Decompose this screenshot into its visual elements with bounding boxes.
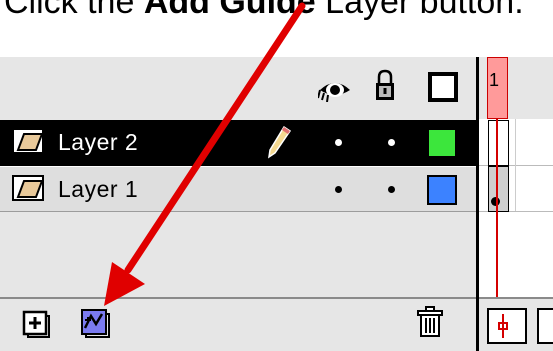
lock-dot[interactable]: [388, 139, 395, 146]
layer-page-icon: [12, 175, 44, 201]
layer-name: Layer 2: [58, 129, 139, 155]
pencil-icon: [268, 125, 292, 159]
timeline-grid-line: [515, 119, 516, 211]
layers-header: [0, 57, 476, 119]
add-layer-icon[interactable]: [22, 310, 50, 338]
trash-icon[interactable]: [416, 306, 444, 338]
lock-icon[interactable]: [375, 69, 395, 101]
layer-row-layer-2[interactable]: Layer 2: [0, 120, 476, 166]
center-frame-icon: [498, 314, 508, 338]
instruction-caption: Click the Add Guide Layer button.: [4, 0, 524, 22]
frame-cell[interactable]: [488, 120, 509, 166]
caption-bold: Add Guide: [143, 0, 316, 21]
frame-number: 1: [489, 70, 500, 90]
layers-bottom-bar: [0, 297, 476, 351]
caption-suffix: Layer button.: [315, 0, 524, 21]
layer-color-swatch[interactable]: [427, 175, 457, 205]
layer-row-layer-1[interactable]: Layer 1: [0, 166, 476, 212]
visibility-dot[interactable]: [335, 139, 342, 146]
layers-empty-area: [0, 213, 476, 297]
visibility-dot[interactable]: [335, 186, 342, 193]
layer-page-icon: [12, 128, 44, 154]
eye-icon[interactable]: [318, 78, 352, 102]
keyframe-cell[interactable]: [488, 166, 509, 212]
lock-dot[interactable]: [388, 186, 395, 193]
add-guide-layer-icon[interactable]: [80, 308, 110, 338]
layer-name: Layer 1: [58, 176, 139, 202]
caption-prefix: Click the: [4, 0, 144, 21]
layer-color-swatch[interactable]: [427, 128, 457, 158]
outline-toggle-icon[interactable]: [428, 72, 458, 102]
onion-skin-button[interactable]: [537, 308, 553, 344]
center-frame-button[interactable]: [487, 308, 527, 344]
